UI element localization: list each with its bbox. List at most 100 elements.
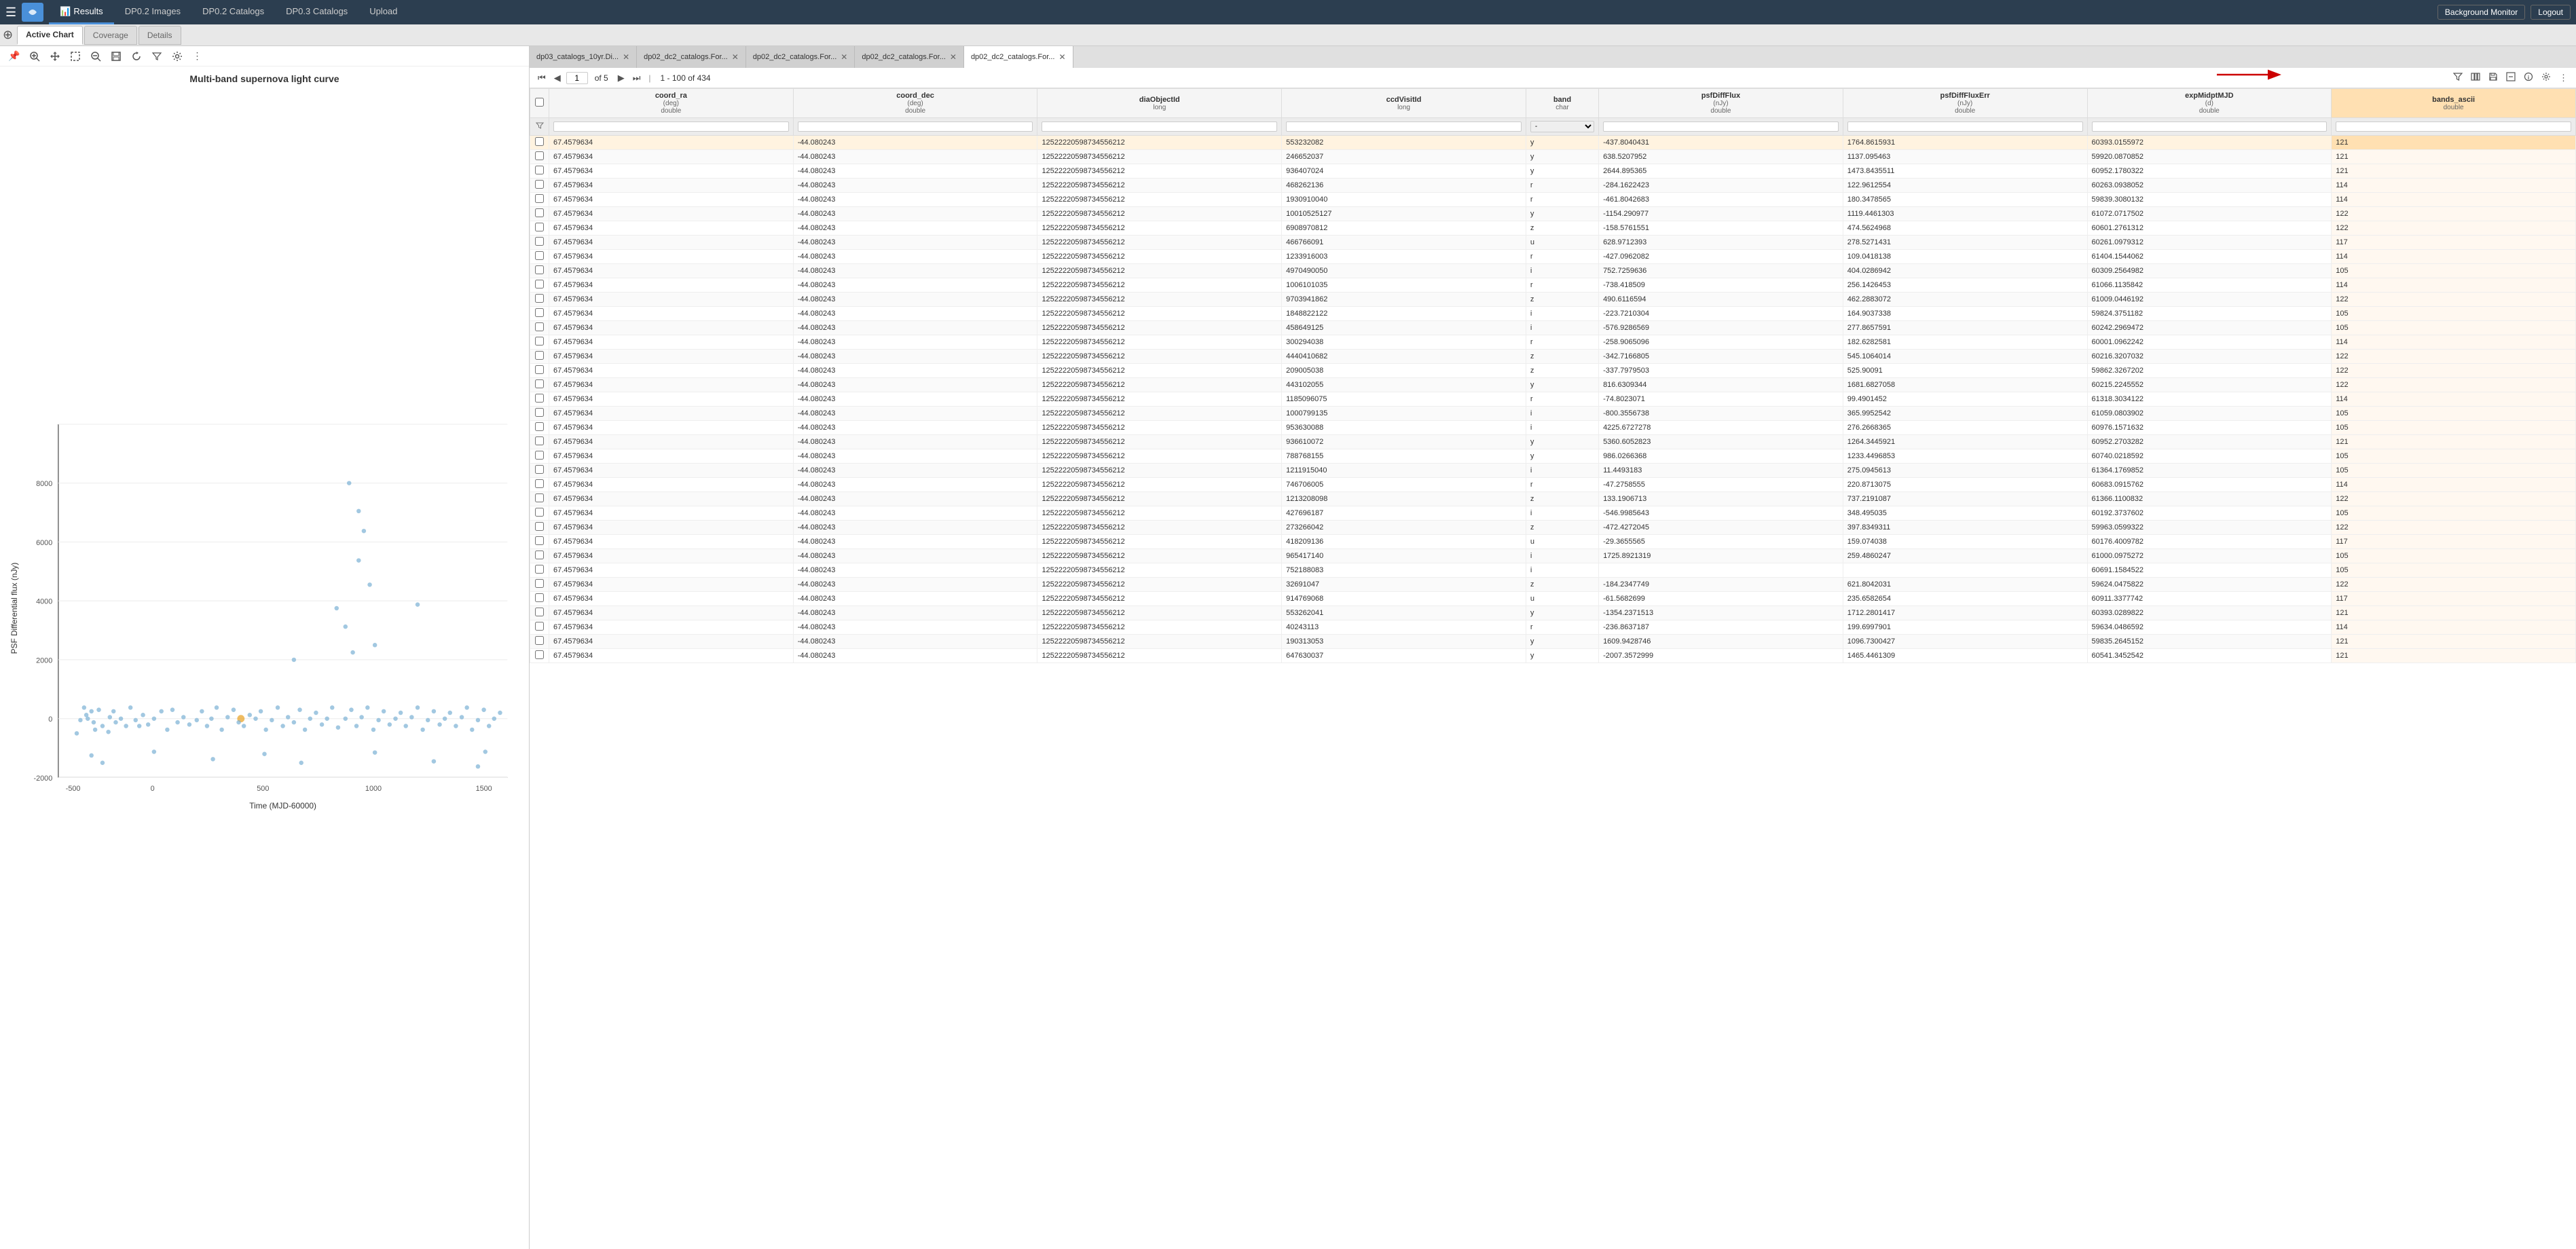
table-row[interactable]: 67.4579634-44.080243125222205987345562​1… bbox=[530, 407, 2576, 421]
row-checkbox[interactable] bbox=[535, 337, 544, 346]
table-row[interactable]: 67.4579634-44.080243125222205987345562​1… bbox=[530, 293, 2576, 307]
row-checkbox[interactable] bbox=[535, 508, 544, 517]
col-header-psfdifffluxerr[interactable]: psfDiffFluxErr (nJy) double bbox=[1843, 89, 2087, 118]
row-checkbox[interactable] bbox=[535, 536, 544, 545]
row-checkbox[interactable] bbox=[535, 465, 544, 474]
nav-tab-upload[interactable]: Upload bbox=[358, 0, 408, 24]
table-row[interactable]: 67.4579634-44.080243125222205987345562​1… bbox=[530, 136, 2576, 150]
filter-diaobjectid[interactable] bbox=[1037, 118, 1282, 136]
pin-button[interactable]: 📌 bbox=[5, 49, 22, 63]
row-checkbox[interactable] bbox=[535, 436, 544, 445]
table-expand-button[interactable] bbox=[2503, 71, 2518, 85]
last-page-button[interactable]: ⏭ bbox=[630, 71, 644, 85]
row-checkbox[interactable] bbox=[535, 237, 544, 246]
filter-input-expmidptmjd[interactable] bbox=[2092, 122, 2327, 132]
table-row[interactable]: 67.4579634-44.080243125222205987345562​1… bbox=[530, 378, 2576, 392]
table-row[interactable]: 67.4579634-44.080243125222205987345562​1… bbox=[530, 521, 2576, 535]
nav-tab-dp02images[interactable]: DP0.2 Images bbox=[114, 0, 191, 24]
filter-input-psfdifffluxerr[interactable] bbox=[1847, 122, 2083, 132]
table-more-button[interactable]: ⋮ bbox=[2556, 71, 2571, 85]
row-checkbox[interactable] bbox=[535, 379, 544, 388]
filter-psfdifffluxerr[interactable] bbox=[1843, 118, 2087, 136]
table-row[interactable]: 67.4579634-44.080243125222205987345562​1… bbox=[530, 179, 2576, 193]
filter-ccdvisitid[interactable] bbox=[1282, 118, 1526, 136]
table-row[interactable]: 67.4579634-44.080243125222205987345562​1… bbox=[530, 592, 2576, 606]
col-header-psfdiffflux[interactable]: psfDiffFlux (nJy) double bbox=[1599, 89, 1843, 118]
select-box-button[interactable] bbox=[67, 50, 84, 63]
filter-input-coord-dec[interactable] bbox=[798, 122, 1033, 132]
row-checkbox[interactable] bbox=[535, 408, 544, 417]
pan-button[interactable] bbox=[47, 50, 63, 63]
close-tab-dp03[interactable]: ✕ bbox=[623, 52, 629, 62]
row-checkbox[interactable] bbox=[535, 551, 544, 559]
col-header-coord-ra[interactable]: coord_ra (deg) double bbox=[549, 89, 794, 118]
close-tab-dp02-2[interactable]: ✕ bbox=[841, 52, 847, 62]
row-checkbox[interactable] bbox=[535, 522, 544, 531]
row-checkbox[interactable] bbox=[535, 608, 544, 616]
close-tab-dp02-4[interactable]: ✕ bbox=[1059, 52, 1065, 62]
filter-band[interactable]: - r i y z u g bbox=[1526, 118, 1598, 136]
nav-tab-dp02catalogs[interactable]: DP0.2 Catalogs bbox=[191, 0, 275, 24]
table-row[interactable]: 67.4579634-44.080243125222205987345562​1… bbox=[530, 578, 2576, 592]
save-chart-button[interactable] bbox=[108, 50, 124, 63]
row-checkbox[interactable] bbox=[535, 265, 544, 274]
table-row[interactable]: 67.4579634-44.080243125222205987345562​1… bbox=[530, 250, 2576, 264]
row-checkbox[interactable] bbox=[535, 194, 544, 203]
table-tab-dp03[interactable]: dp03_catalogs_10yr.Di... ✕ bbox=[530, 46, 637, 68]
row-checkbox[interactable] bbox=[535, 451, 544, 460]
table-row[interactable]: 67.4579634-44.080243125222205987345562​1… bbox=[530, 435, 2576, 449]
table-settings-button[interactable] bbox=[2539, 71, 2554, 85]
table-row[interactable]: 67.4579634-44.080243125222205987345562​1… bbox=[530, 620, 2576, 635]
table-row[interactable]: 67.4579634-44.080243125222205987345562​1… bbox=[530, 207, 2576, 221]
filter-select-band[interactable]: - r i y z u g bbox=[1530, 121, 1594, 132]
table-row[interactable]: 67.4579634-44.080243125222205987345562​1… bbox=[530, 478, 2576, 492]
table-columns-button[interactable] bbox=[2468, 71, 2483, 85]
table-tab-dp02-1[interactable]: dp02_dc2_catalogs.For... ✕ bbox=[637, 46, 746, 68]
row-checkbox[interactable] bbox=[535, 223, 544, 231]
row-checkbox[interactable] bbox=[535, 280, 544, 288]
filter-input-coord-ra[interactable] bbox=[553, 122, 789, 132]
table-row[interactable]: 67.4579634-44.080243125222205987345562​1… bbox=[530, 221, 2576, 236]
filter-input-bands-ascii[interactable] bbox=[2336, 122, 2571, 132]
table-save-button[interactable] bbox=[2486, 71, 2501, 85]
filter-input-psfdiffflux[interactable] bbox=[1603, 122, 1839, 132]
table-row[interactable]: 67.4579634-44.080243125222205987345562​1… bbox=[530, 549, 2576, 563]
table-row[interactable]: 67.4579634-44.080243125222205987345562​1… bbox=[530, 236, 2576, 250]
prev-page-button[interactable]: ◀ bbox=[551, 71, 564, 85]
filter-input-diaobjectid[interactable] bbox=[1042, 122, 1277, 132]
row-checkbox[interactable] bbox=[535, 294, 544, 303]
row-checkbox[interactable] bbox=[535, 493, 544, 502]
col-header-expmidptmjd[interactable]: expMidptMJD (d) double bbox=[2087, 89, 2332, 118]
table-row[interactable]: 67.4579634-44.080243125222205987345562​1… bbox=[530, 421, 2576, 435]
row-checkbox[interactable] bbox=[535, 579, 544, 588]
col-header-bands-ascii[interactable]: bands_ascii double bbox=[2332, 89, 2576, 118]
table-row[interactable]: 67.4579634-44.080243125222205987345562​1… bbox=[530, 464, 2576, 478]
zoom-in-button[interactable] bbox=[26, 50, 43, 63]
row-checkbox[interactable] bbox=[535, 251, 544, 260]
filter-chart-button[interactable] bbox=[149, 50, 165, 63]
row-checkbox[interactable] bbox=[535, 166, 544, 174]
col-header-diaobjectid[interactable]: diaObjectId long bbox=[1037, 89, 1282, 118]
row-checkbox[interactable] bbox=[535, 151, 544, 160]
filter-bands-ascii[interactable] bbox=[2332, 118, 2576, 136]
table-row[interactable]: 67.4579634-44.080243125222205987345562​1… bbox=[530, 649, 2576, 663]
row-checkbox[interactable] bbox=[535, 208, 544, 217]
close-tab-dp02-1[interactable]: ✕ bbox=[732, 52, 739, 62]
table-row[interactable]: 67.4579634-44.080243125222205987345562​1… bbox=[530, 307, 2576, 321]
chart-tab-details[interactable]: Details bbox=[139, 26, 181, 45]
row-checkbox[interactable] bbox=[535, 593, 544, 602]
row-checkbox[interactable] bbox=[535, 322, 544, 331]
row-checkbox[interactable] bbox=[535, 394, 544, 403]
table-row[interactable]: 67.4579634-44.080243125222205987345562​1… bbox=[530, 449, 2576, 464]
col-header-ccdvisitid[interactable]: ccdVisitId long bbox=[1282, 89, 1526, 118]
row-checkbox[interactable] bbox=[535, 636, 544, 645]
table-row[interactable]: 67.4579634-44.080243125222205987345562​1… bbox=[530, 506, 2576, 521]
table-row[interactable]: 67.4579634-44.080243125222205987345562​1… bbox=[530, 392, 2576, 407]
row-checkbox[interactable] bbox=[535, 351, 544, 360]
nav-tab-results[interactable]: 📊 Results bbox=[49, 0, 114, 24]
row-checkbox[interactable] bbox=[535, 422, 544, 431]
select-all-header[interactable] bbox=[530, 89, 549, 118]
table-row[interactable]: 67.4579634-44.080243125222205987345562​1… bbox=[530, 193, 2576, 207]
row-checkbox[interactable] bbox=[535, 622, 544, 631]
reset-chart-button[interactable] bbox=[128, 50, 145, 63]
